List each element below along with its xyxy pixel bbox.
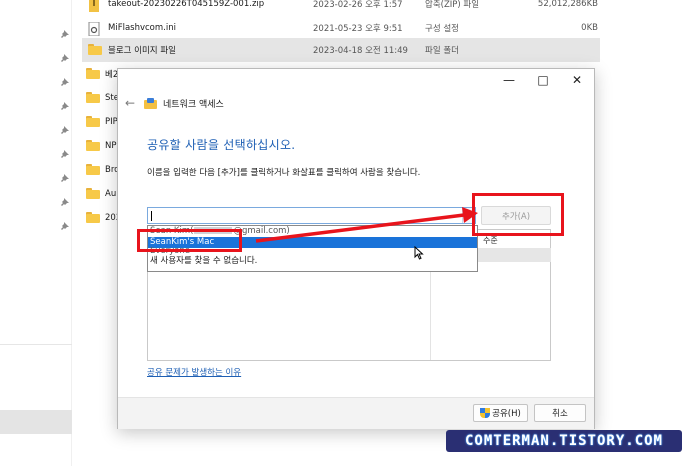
watermark-text: COMTERMAN.TISTORY.COM <box>446 430 682 452</box>
annotation-arrow <box>255 207 478 243</box>
mouse-cursor-icon <box>414 246 424 260</box>
